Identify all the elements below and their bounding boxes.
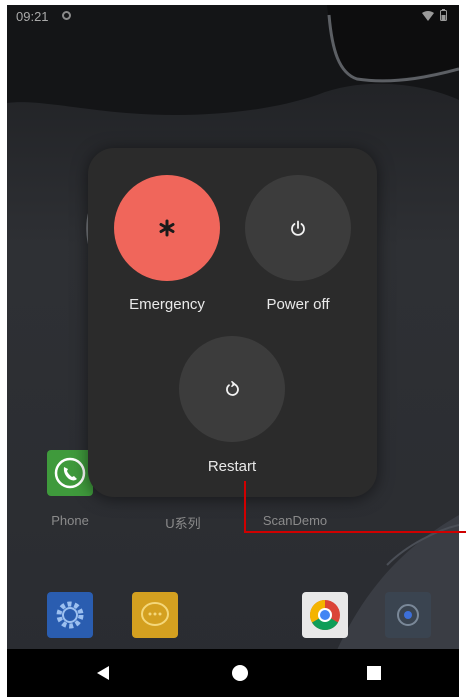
annotation-pointer-line: [244, 481, 466, 533]
